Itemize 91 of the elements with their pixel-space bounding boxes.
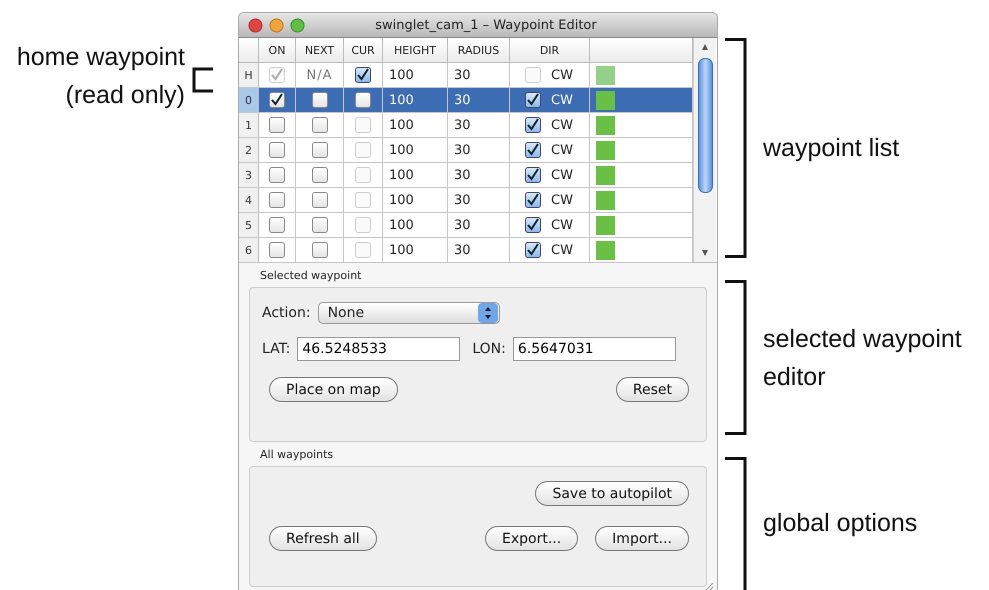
- row-header: H: [239, 63, 259, 87]
- scroll-thumb[interactable]: [698, 58, 712, 193]
- refresh-button[interactable]: Refresh all: [269, 526, 377, 551]
- table-cell: 30: [448, 63, 510, 87]
- checkbox[interactable]: [312, 192, 328, 208]
- minimize-icon[interactable]: [269, 18, 284, 32]
- close-icon[interactable]: [248, 18, 263, 32]
- window-title: swinglet_cam_1 – Waypoint Editor: [374, 18, 598, 32]
- table-cell: CW: [551, 192, 573, 208]
- checkbox[interactable]: [525, 192, 541, 208]
- checkbox[interactable]: [312, 167, 328, 183]
- column-header[interactable]: ON: [259, 38, 296, 62]
- annotation-text: waypoint list: [763, 133, 900, 164]
- field-label: LON:: [472, 341, 506, 357]
- checkbox[interactable]: [269, 242, 285, 258]
- scrollbar[interactable]: [693, 38, 716, 262]
- checkbox[interactable]: [269, 217, 285, 233]
- latitude-field[interactable]: 46.5248533: [297, 337, 460, 361]
- checkbox[interactable]: [525, 117, 541, 133]
- column-header[interactable]: NEXT: [296, 38, 344, 62]
- column-header[interactable]: CUR: [344, 38, 383, 62]
- checkbox[interactable]: [312, 92, 328, 108]
- checkbox[interactable]: [355, 67, 371, 83]
- checkbox[interactable]: [269, 192, 285, 208]
- table-cell: 100: [383, 238, 448, 262]
- field-label: LAT:: [262, 341, 290, 357]
- table-cell: 30: [448, 213, 510, 237]
- table-cell: 100: [383, 213, 448, 237]
- field-label: Action:: [262, 305, 311, 321]
- annotation-text: global options: [763, 508, 918, 539]
- checkbox[interactable]: [312, 217, 328, 233]
- row-header: 4: [239, 188, 259, 212]
- column-header[interactable]: RADIUS: [448, 38, 510, 62]
- checkbox[interactable]: [525, 92, 541, 108]
- table-cell: 30: [448, 188, 510, 212]
- column-header[interactable]: DIR: [510, 38, 590, 62]
- table-cell: N/A: [306, 68, 332, 82]
- annotation-text: selected waypoint editor: [763, 324, 963, 392]
- group-title: Selected waypoint: [259, 269, 362, 283]
- table-cell: 100: [383, 113, 448, 137]
- checkbox[interactable]: [312, 142, 328, 158]
- action-dropdown[interactable]: None: [318, 302, 500, 324]
- longitude-field[interactable]: 6.5647031: [512, 337, 676, 361]
- table-cell: 100: [383, 63, 448, 87]
- table-cell: CW: [551, 68, 573, 82]
- checkbox[interactable]: [312, 242, 328, 258]
- table-cell: 30: [448, 113, 510, 137]
- table-cell: 30: [448, 238, 510, 262]
- column-header[interactable]: HEIGHT: [383, 38, 448, 62]
- import-button[interactable]: Import...: [595, 526, 689, 551]
- table-cell: 30: [448, 163, 510, 187]
- checkbox[interactable]: [312, 117, 328, 133]
- row-header: 0: [239, 88, 259, 112]
- checkbox[interactable]: [269, 167, 285, 183]
- checkbox[interactable]: [525, 242, 541, 258]
- row-header: 5: [239, 213, 259, 237]
- table-cell: 100: [383, 188, 448, 212]
- table-cell: 100: [383, 138, 448, 162]
- checkbox[interactable]: [525, 167, 541, 183]
- group-title: All waypoints: [259, 448, 334, 462]
- save-button[interactable]: Save to autopilot: [535, 481, 689, 506]
- checkbox[interactable]: [269, 117, 285, 133]
- resize-grip-icon[interactable]: [703, 583, 715, 590]
- annotation-text: home waypoint (read only): [16, 42, 185, 111]
- row-header: 3: [239, 163, 259, 187]
- table-cell: CW: [551, 218, 573, 232]
- table-cell: CW: [551, 118, 573, 132]
- checkbox[interactable]: [355, 92, 371, 108]
- scroll-down-icon[interactable]: [701, 249, 709, 257]
- checkbox[interactable]: [269, 142, 285, 158]
- stepper-icon: [478, 303, 498, 323]
- row-header: 6: [239, 238, 259, 262]
- table-cell: 100: [383, 88, 448, 112]
- table-cell: CW: [551, 242, 573, 258]
- bracket-line: [191, 67, 213, 93]
- checkbox[interactable]: [269, 92, 285, 108]
- table-cell: 30: [448, 138, 510, 162]
- table-cell: CW: [551, 168, 573, 182]
- row-header: 2: [239, 138, 259, 162]
- table-cell: 100: [383, 163, 448, 187]
- table-cell: CW: [551, 92, 573, 108]
- place-on-map-button[interactable]: Place on map: [269, 377, 398, 402]
- row-header: 1: [239, 113, 259, 137]
- scroll-up-icon[interactable]: [701, 43, 709, 51]
- checkbox[interactable]: [525, 142, 541, 158]
- table-cell: CW: [551, 142, 573, 158]
- checkbox[interactable]: [525, 217, 541, 233]
- table-cell: 30: [448, 88, 510, 112]
- export-button[interactable]: Export...: [484, 526, 578, 551]
- reset-button[interactable]: Reset: [616, 377, 689, 402]
- zoom-icon[interactable]: [290, 18, 305, 32]
